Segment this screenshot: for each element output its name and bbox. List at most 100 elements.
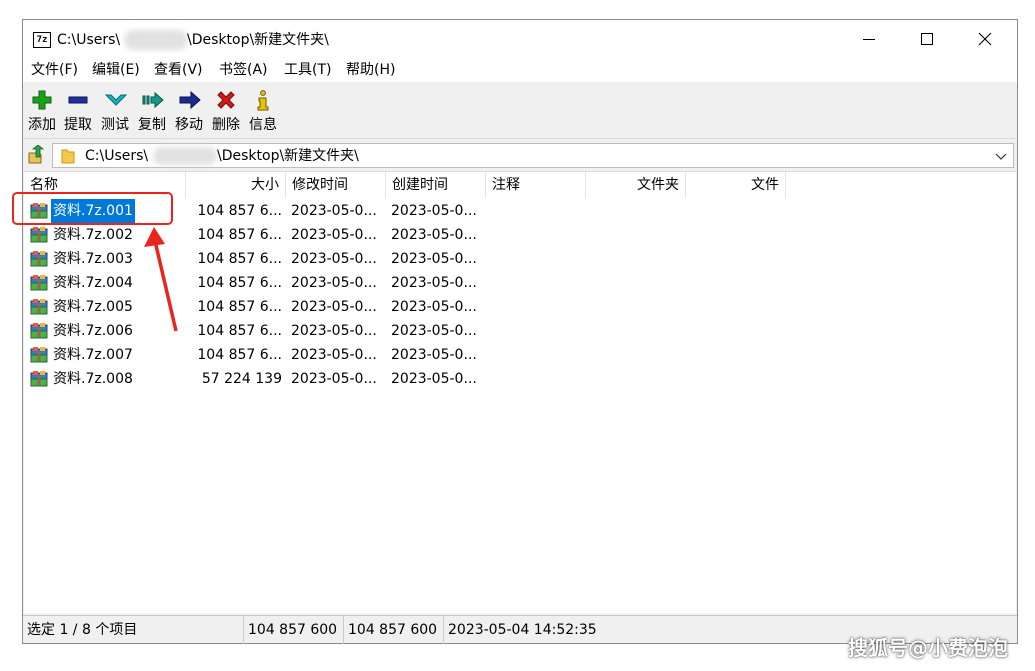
archive-file-icon [30,251,48,267]
address-bar: C:\Users\ \Desktop\新建文件夹\ [23,141,1017,169]
menu-file[interactable]: 文件(F) [31,61,78,79]
status-datetime: 2023-05-04 14:52:35 [443,616,643,644]
file-size: 104 857 6... [197,299,282,315]
info-button[interactable]: 信息 [246,85,280,137]
status-size: 104 857 600 [243,616,343,644]
copy-button[interactable]: 复制 [135,85,169,137]
table-row[interactable]: 资料.7z.008 57 224 139 2023-05-0... 2023-05-0… [24,367,504,391]
archive-file-icon [30,227,48,243]
menu-edit[interactable]: 编辑(E) [92,61,140,79]
column-header-created[interactable]: 创建时间 [386,172,486,198]
copy-icon [142,91,164,109]
table-row[interactable]: 资料.7z.004 104 857 6... 2023-05-0... 2023-05… [24,271,504,295]
watermark: 搜狐号@小费泡泡 [848,636,1008,660]
file-size: 104 857 6... [197,227,282,243]
title-path-prefix: C:\Users\ [57,32,121,48]
delete-label: 删除 [212,117,240,133]
table-row[interactable]: 资料.7z.007 104 857 6... 2023-05-0... 2023-05… [24,343,504,367]
delete-button[interactable]: 删除 [209,85,243,137]
title-path-suffix: \Desktop\新建文件夹\ [187,32,329,48]
file-created: 2023-05-0... [391,203,477,219]
maximize-button[interactable] [899,20,957,58]
minimize-icon [863,39,875,40]
menu-bookmarks[interactable]: 书签(A) [219,61,268,79]
column-header-files[interactable]: 文件 [686,172,786,198]
menu-bar: 文件(F) 编辑(E) 查看(V) 书签(A) 工具(T) 帮助(H) [23,58,1017,82]
file-size: 104 857 6... [197,323,282,339]
menu-view[interactable]: 查看(V) [154,61,203,79]
annotation-arrow [144,227,178,332]
add-button[interactable]: 添加 [25,85,59,137]
info-label: 信息 [249,117,277,133]
maximize-icon [921,33,933,45]
toolbar: 添加 提取 测试 复制 移动 删除 信息 [23,83,1017,139]
info-icon [257,90,269,111]
redacted-username [153,147,217,165]
column-header-folders[interactable]: 文件夹 [586,172,686,198]
close-icon [978,32,992,46]
extract-label: 提取 [64,117,92,133]
file-name: 资料.7z.002 [53,227,133,243]
folder-up-icon [28,144,45,164]
redacted-username [124,30,188,50]
folder-icon [61,149,75,164]
column-header-modified[interactable]: 修改时间 [286,172,386,198]
move-button[interactable]: 移动 [172,85,206,137]
extract-button[interactable]: 提取 [61,85,95,137]
file-modified: 2023-05-0... [291,251,377,267]
archive-file-icon [30,323,48,339]
file-modified: 2023-05-0... [291,371,377,387]
file-modified: 2023-05-0... [291,275,377,291]
copy-label: 复制 [138,117,166,133]
file-modified: 2023-05-0... [291,347,377,363]
test-label: 测试 [101,117,129,133]
address-path-suffix: \Desktop\新建文件夹\ [217,148,359,164]
file-modified: 2023-05-0... [291,299,377,315]
menu-tools[interactable]: 工具(T) [284,61,331,79]
table-row[interactable]: 资料.7z.003 104 857 6... 2023-05-0... 2023-05… [24,247,504,271]
file-created: 2023-05-0... [391,251,477,267]
annotation-highlight-box [12,192,173,225]
delete-icon [217,91,235,109]
address-path-prefix: C:\Users\ [85,148,149,164]
file-name: 资料.7z.005 [53,299,133,315]
archive-file-icon [30,299,48,315]
menu-help[interactable]: 帮助(H) [346,61,395,79]
title-bar[interactable]: 7z C:\Users\ \Desktop\新建文件夹\ [23,20,1017,58]
address-input[interactable]: C:\Users\ \Desktop\新建文件夹\ [52,143,1014,168]
table-row[interactable]: 资料.7z.002 104 857 6... 2023-05-0... 2023-05… [24,223,504,247]
file-size: 104 857 6... [197,347,282,363]
test-button[interactable]: 测试 [98,85,132,137]
chevron-down-icon [995,153,1007,160]
close-button[interactable] [957,20,1015,58]
folder-up-button[interactable] [27,144,47,165]
file-size: 57 224 139 [201,371,282,387]
table-row[interactable]: 资料.7z.006 104 857 6... 2023-05-0... 2023-05… [24,319,504,343]
move-label: 移动 [175,117,203,133]
file-size: 104 857 6... [197,203,282,219]
file-size: 104 857 6... [197,251,282,267]
address-dropdown-button[interactable] [991,146,1011,166]
column-header-comment[interactable]: 注释 [486,172,586,198]
file-name: 资料.7z.003 [53,251,133,267]
file-modified: 2023-05-0... [291,323,377,339]
move-icon [179,90,201,110]
table-row[interactable]: 资料.7z.005 104 857 6... 2023-05-0... 2023-05… [24,295,504,319]
file-size: 104 857 6... [197,275,282,291]
archive-file-icon [30,275,48,291]
archive-file-icon [30,371,48,387]
column-header-size[interactable]: 大小 [186,172,286,198]
file-created: 2023-05-0... [391,275,477,291]
file-modified: 2023-05-0... [291,203,377,219]
file-created: 2023-05-0... [391,299,477,315]
extract-icon [68,96,88,104]
file-created: 2023-05-0... [391,323,477,339]
archive-file-icon [30,347,48,363]
status-packed-size: 104 857 600 [343,616,443,644]
file-created: 2023-05-0... [391,227,477,243]
file-name: 资料.7z.008 [53,371,133,387]
7zip-app-icon: 7z [33,32,51,48]
test-icon [105,94,127,106]
minimize-button[interactable] [841,20,899,58]
file-name: 资料.7z.006 [53,323,133,339]
